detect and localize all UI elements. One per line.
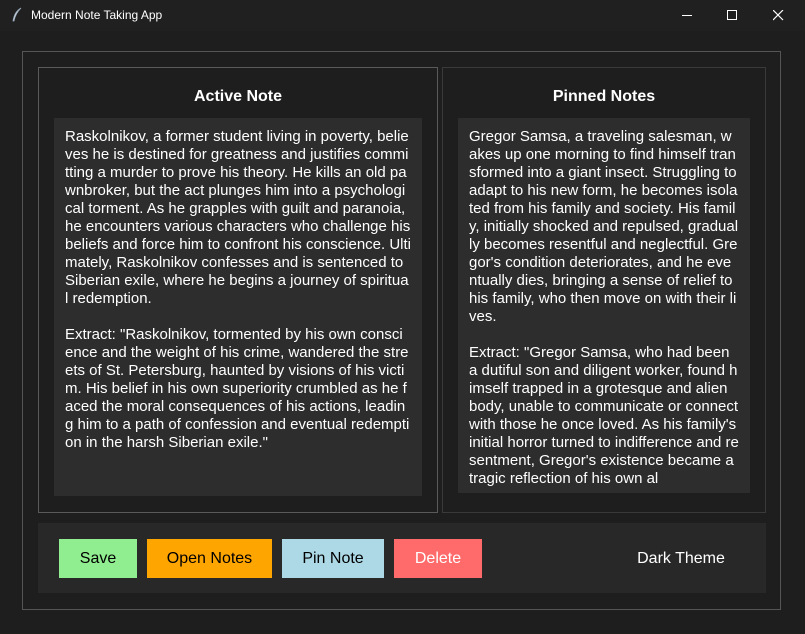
active-note-panel: Active Note Raskolnikov, a former studen… — [38, 67, 438, 513]
feather-icon — [12, 7, 22, 22]
window-title: Modern Note Taking App — [31, 8, 163, 22]
theme-toggle-button[interactable]: Dark Theme — [628, 539, 734, 578]
pinned-notes-textarea[interactable]: Gregor Samsa, a traveling salesman, wake… — [458, 118, 750, 493]
active-note-textarea[interactable]: Raskolnikov, a former student living in … — [54, 118, 422, 496]
title-bar: Modern Note Taking App — [0, 0, 805, 31]
maximize-icon — [727, 10, 737, 20]
delete-button[interactable]: Delete — [394, 539, 482, 578]
open-notes-button[interactable]: Open Notes — [147, 539, 272, 578]
pinned-notes-panel: Pinned Notes Gregor Samsa, a traveling s… — [442, 67, 766, 513]
minimize-icon — [682, 15, 692, 16]
close-icon — [773, 10, 784, 21]
save-button[interactable]: Save — [59, 539, 137, 578]
pin-note-button[interactable]: Pin Note — [282, 539, 384, 578]
active-note-heading: Active Note — [193, 88, 283, 105]
pinned-notes-heading: Pinned Notes — [552, 88, 656, 105]
minimize-button[interactable] — [665, 0, 711, 31]
maximize-button[interactable] — [710, 0, 756, 31]
button-bar: Save Open Notes Pin Note Delete Dark The… — [38, 523, 766, 593]
close-button[interactable] — [756, 0, 802, 31]
